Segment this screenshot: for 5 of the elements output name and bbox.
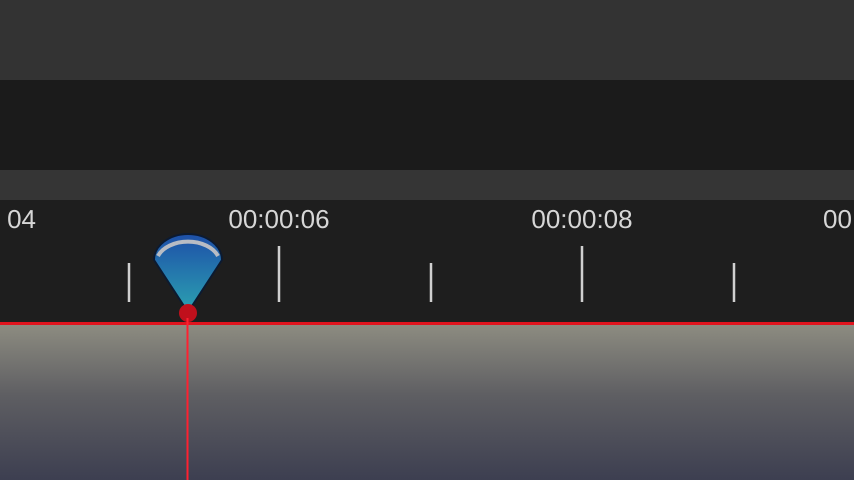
playhead-drawing[interactable] <box>153 233 223 480</box>
time-label: 00:00:06 <box>228 204 330 235</box>
time-label: 04 <box>7 204 36 235</box>
time-label: 00:00:08 <box>531 204 633 235</box>
time-label: 00 <box>823 204 852 235</box>
